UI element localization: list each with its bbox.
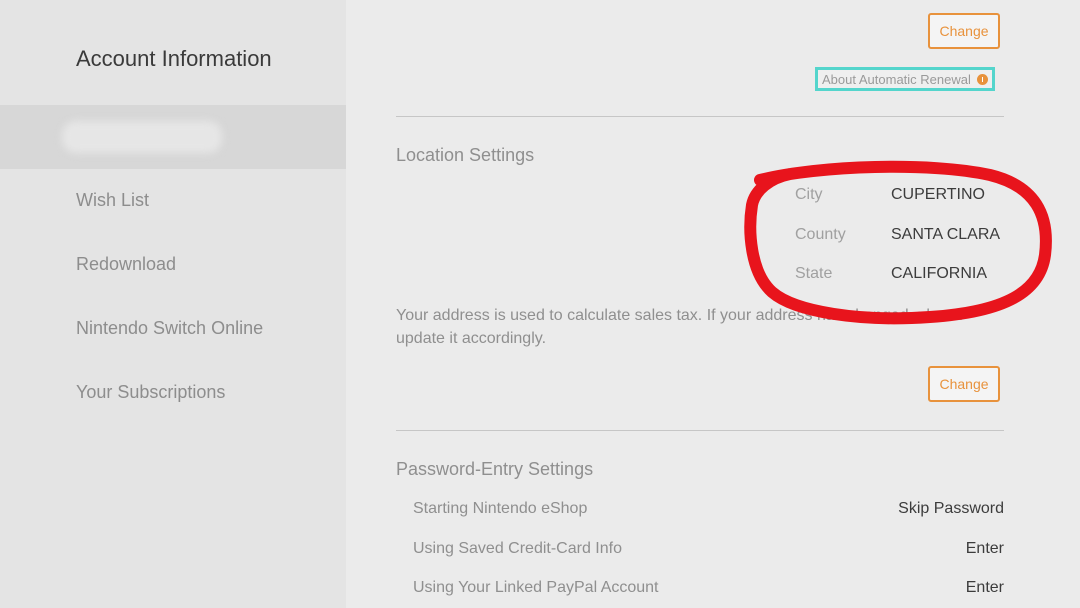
sidebar-item-your-subscriptions[interactable]: Your Subscriptions bbox=[76, 382, 225, 403]
renewal-link-label: About Automatic Renewal bbox=[822, 71, 971, 87]
main-content: Change About Automatic Renewal Location … bbox=[346, 0, 1080, 608]
password-entry-settings-title: Password-Entry Settings bbox=[396, 459, 594, 479]
address-note: Your address is used to calculate sales … bbox=[396, 307, 965, 347]
state-label: State bbox=[795, 265, 833, 282]
linked-paypal-value[interactable]: Enter bbox=[966, 579, 1004, 597]
saved-credit-card-value[interactable]: Enter bbox=[966, 540, 1004, 558]
eshop-account-page: Account Information Wish List Redownload… bbox=[0, 0, 1080, 608]
linked-paypal-label: Using Your Linked PayPal Account bbox=[413, 579, 659, 596]
sidebar-item-selected-blurred[interactable] bbox=[0, 105, 346, 169]
sidebar-item-redownload[interactable]: Redownload bbox=[76, 254, 176, 275]
starting-eshop-value[interactable]: Skip Password bbox=[898, 500, 1004, 518]
divider bbox=[396, 430, 1004, 431]
city-label: City bbox=[795, 186, 823, 203]
change-location-button[interactable]: Change bbox=[928, 366, 1000, 402]
blurred-label bbox=[62, 121, 222, 153]
divider bbox=[396, 116, 1004, 117]
county-value: SANTA CLARA bbox=[891, 226, 1001, 243]
info-icon bbox=[976, 73, 988, 85]
starting-eshop-label: Starting Nintendo eShop bbox=[413, 500, 588, 517]
sidebar-item-wish-list[interactable]: Wish List bbox=[76, 190, 149, 211]
saved-credit-card-label: Using Saved Credit-Card Info bbox=[413, 540, 622, 557]
county-label: County bbox=[795, 226, 846, 243]
about-automatic-renewal-link[interactable]: About Automatic Renewal bbox=[815, 67, 995, 91]
city-value: CUPERTINO bbox=[891, 186, 985, 203]
sidebar-item-nintendo-switch-online[interactable]: Nintendo Switch Online bbox=[76, 318, 263, 339]
change-subscription-button[interactable]: Change bbox=[928, 13, 1000, 49]
location-settings-title: Location Settings bbox=[396, 145, 535, 165]
sidebar-title: Account Information bbox=[76, 46, 272, 71]
state-value: CALIFORNIA bbox=[891, 265, 988, 282]
sidebar: Account Information Wish List Redownload… bbox=[0, 0, 346, 608]
